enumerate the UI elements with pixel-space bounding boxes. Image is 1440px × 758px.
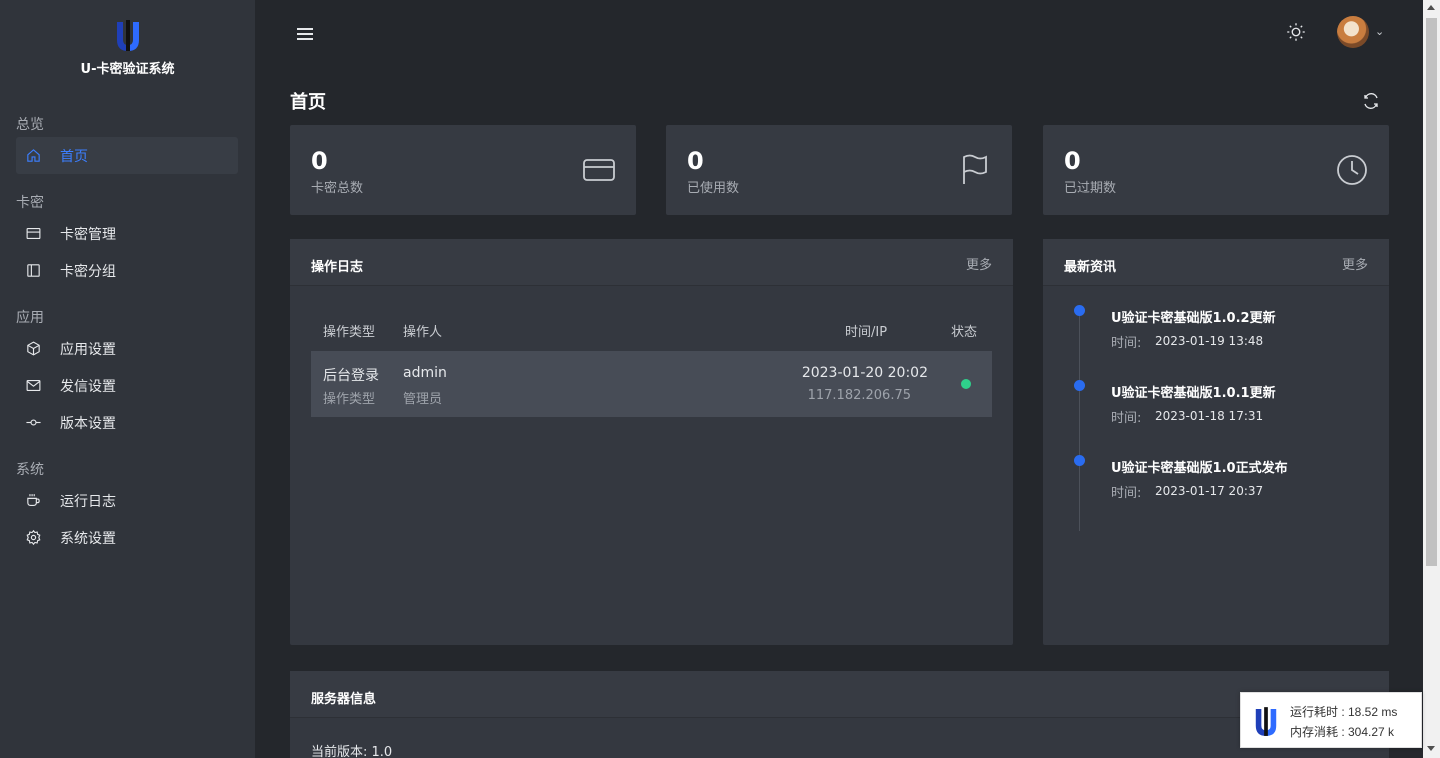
column-header-time-ip: 时间/IP bbox=[845, 325, 888, 340]
main-content: ⌄ 首页 0 卡密总数 0 已使用数 0 已过期数 操作日志 更多 操作类型 操… bbox=[255, 0, 1423, 758]
app-logo[interactable]: U-卡密验证系统 bbox=[0, 20, 255, 77]
logo-u-icon bbox=[116, 20, 139, 51]
sidebar-layout-icon bbox=[24, 262, 42, 280]
sidebar-item-label: 卡密管理 bbox=[60, 226, 116, 243]
page-title: 首页 bbox=[290, 92, 326, 113]
sidebar-item-card-groups[interactable]: 卡密分组 bbox=[16, 252, 238, 289]
page-scrollbar[interactable] bbox=[1423, 0, 1440, 758]
sidebar: U-卡密验证系统 总览 首页 卡密 卡密管理 卡密分组 应用 应用设置 发信设置… bbox=[0, 0, 255, 758]
stat-card-total: 0 卡密总数 bbox=[290, 125, 636, 215]
news-item-time: 2023-01-17 20:37 bbox=[1155, 484, 1264, 498]
version-label: 当前版本: bbox=[311, 745, 368, 758]
panel-title: 服务器信息 bbox=[311, 692, 377, 707]
sidebar-item-label: 系统设置 bbox=[60, 530, 116, 547]
menu-toggle-icon[interactable] bbox=[297, 25, 315, 41]
version-value: 1.0 bbox=[371, 745, 393, 758]
mail-icon bbox=[24, 377, 42, 395]
scroll-up-arrow-icon[interactable] bbox=[1427, 5, 1435, 10]
panel-title: 操作日志 bbox=[311, 260, 364, 275]
stat-label: 已过期数 bbox=[1064, 181, 1117, 196]
news-item-time: 2023-01-18 17:31 bbox=[1155, 409, 1264, 423]
credit-card-icon bbox=[582, 153, 616, 187]
timeline-dot bbox=[1074, 455, 1085, 466]
log-more-link[interactable]: 更多 bbox=[966, 254, 992, 273]
log-ip: 117.182.206.75 bbox=[807, 388, 911, 403]
sidebar-item-app-settings[interactable]: 应用设置 bbox=[16, 330, 238, 367]
chevron-down-icon[interactable]: ⌄ bbox=[1375, 25, 1384, 38]
nav-section-card: 卡密 bbox=[16, 195, 44, 211]
box-icon bbox=[24, 340, 42, 358]
sidebar-item-home[interactable]: 首页 bbox=[16, 137, 238, 174]
sidebar-item-label: 卡密分组 bbox=[60, 263, 116, 280]
user-avatar[interactable] bbox=[1337, 16, 1369, 48]
card-icon bbox=[24, 225, 42, 243]
runtime-text: 运行耗时 : 18.52 ms bbox=[1290, 705, 1398, 719]
stat-value: 0 bbox=[311, 147, 328, 175]
coffee-icon bbox=[24, 492, 42, 510]
server-info-panel: 服务器信息 当前版本: 1.0 bbox=[290, 671, 1389, 758]
news-more-link[interactable]: 更多 bbox=[1342, 254, 1368, 273]
nav-section-system: 系统 bbox=[16, 462, 44, 478]
scrollbar-thumb[interactable] bbox=[1426, 18, 1437, 566]
news-time-label: 时间: bbox=[1111, 411, 1142, 426]
sidebar-item-label: 应用设置 bbox=[60, 341, 116, 358]
stat-label: 已使用数 bbox=[687, 181, 740, 196]
sidebar-item-run-logs[interactable]: 运行日志 bbox=[16, 482, 238, 519]
debug-trace-box[interactable]: 运行耗时 : 18.52 ms 内存消耗 : 304.27 k bbox=[1240, 692, 1422, 748]
column-header-type: 操作类型 bbox=[323, 325, 376, 340]
nav-section-app: 应用 bbox=[16, 310, 44, 326]
stat-card-used: 0 已使用数 bbox=[666, 125, 1012, 215]
panel-header: 服务器信息 bbox=[290, 671, 1389, 718]
commit-icon bbox=[24, 414, 42, 432]
sidebar-item-label: 运行日志 bbox=[60, 493, 116, 510]
log-time: 2023-01-20 20:02 bbox=[801, 365, 928, 381]
stat-value: 0 bbox=[687, 147, 704, 175]
column-header-status: 状态 bbox=[951, 325, 978, 340]
log-user: admin bbox=[403, 365, 447, 381]
server-version-row: 当前版本: 1.0 bbox=[311, 741, 392, 758]
timeline-dot bbox=[1074, 380, 1085, 391]
news-panel: 最新资讯 更多 U验证卡密基础版1.0.2更新 时间: 2023-01-19 1… bbox=[1043, 239, 1389, 645]
status-success-indicator bbox=[961, 379, 971, 389]
news-time-label: 时间: bbox=[1111, 336, 1142, 351]
scroll-down-arrow-icon[interactable] bbox=[1427, 746, 1435, 751]
panel-header: 操作日志 更多 bbox=[290, 239, 1013, 286]
sidebar-item-label: 版本设置 bbox=[60, 415, 116, 432]
stat-label: 卡密总数 bbox=[311, 181, 364, 196]
clock-icon bbox=[1335, 153, 1369, 187]
timeline-dot bbox=[1074, 305, 1085, 316]
stat-value: 0 bbox=[1064, 147, 1081, 175]
memory-text: 内存消耗 : 304.27 k bbox=[1290, 725, 1395, 739]
sidebar-item-card-management[interactable]: 卡密管理 bbox=[16, 215, 238, 252]
sidebar-item-label: 首页 bbox=[60, 148, 88, 165]
refresh-icon[interactable] bbox=[1362, 92, 1380, 110]
operation-log-panel: 操作日志 更多 操作类型 操作人 时间/IP 状态 后台登录 操作类型 admi… bbox=[290, 239, 1013, 645]
log-user-role: 管理员 bbox=[403, 392, 443, 407]
news-item-title[interactable]: U验证卡密基础版1.0.2更新 bbox=[1111, 307, 1276, 326]
panel-title: 最新资讯 bbox=[1064, 260, 1117, 275]
app-title: U-卡密验证系统 bbox=[80, 62, 175, 77]
flag-icon bbox=[958, 153, 992, 187]
trace-logo-u-icon bbox=[1255, 707, 1277, 736]
sidebar-item-label: 发信设置 bbox=[60, 378, 116, 395]
news-item-title[interactable]: U验证卡密基础版1.0.1更新 bbox=[1111, 382, 1276, 401]
nav-section-overview: 总览 bbox=[16, 117, 44, 133]
sidebar-item-mail-settings[interactable]: 发信设置 bbox=[16, 367, 238, 404]
news-item-title[interactable]: U验证卡密基础版1.0正式发布 bbox=[1111, 457, 1288, 476]
sidebar-item-system-settings[interactable]: 系统设置 bbox=[16, 519, 238, 556]
stat-card-expired: 0 已过期数 bbox=[1043, 125, 1389, 215]
sidebar-item-version-settings[interactable]: 版本设置 bbox=[16, 404, 238, 441]
gear-icon bbox=[24, 529, 42, 547]
column-header-user: 操作人 bbox=[403, 325, 443, 340]
home-icon bbox=[24, 147, 42, 165]
theme-toggle-sun-icon[interactable] bbox=[1286, 22, 1306, 42]
log-type-sub: 操作类型 bbox=[323, 392, 376, 407]
timeline-line bbox=[1079, 311, 1080, 531]
log-type: 后台登录 bbox=[323, 368, 379, 384]
panel-header: 最新资讯 更多 bbox=[1043, 239, 1389, 286]
news-item-time: 2023-01-19 13:48 bbox=[1155, 334, 1264, 348]
table-row[interactable]: 后台登录 操作类型 admin 管理员 2023-01-20 20:02 117… bbox=[311, 351, 992, 417]
news-time-label: 时间: bbox=[1111, 486, 1142, 501]
